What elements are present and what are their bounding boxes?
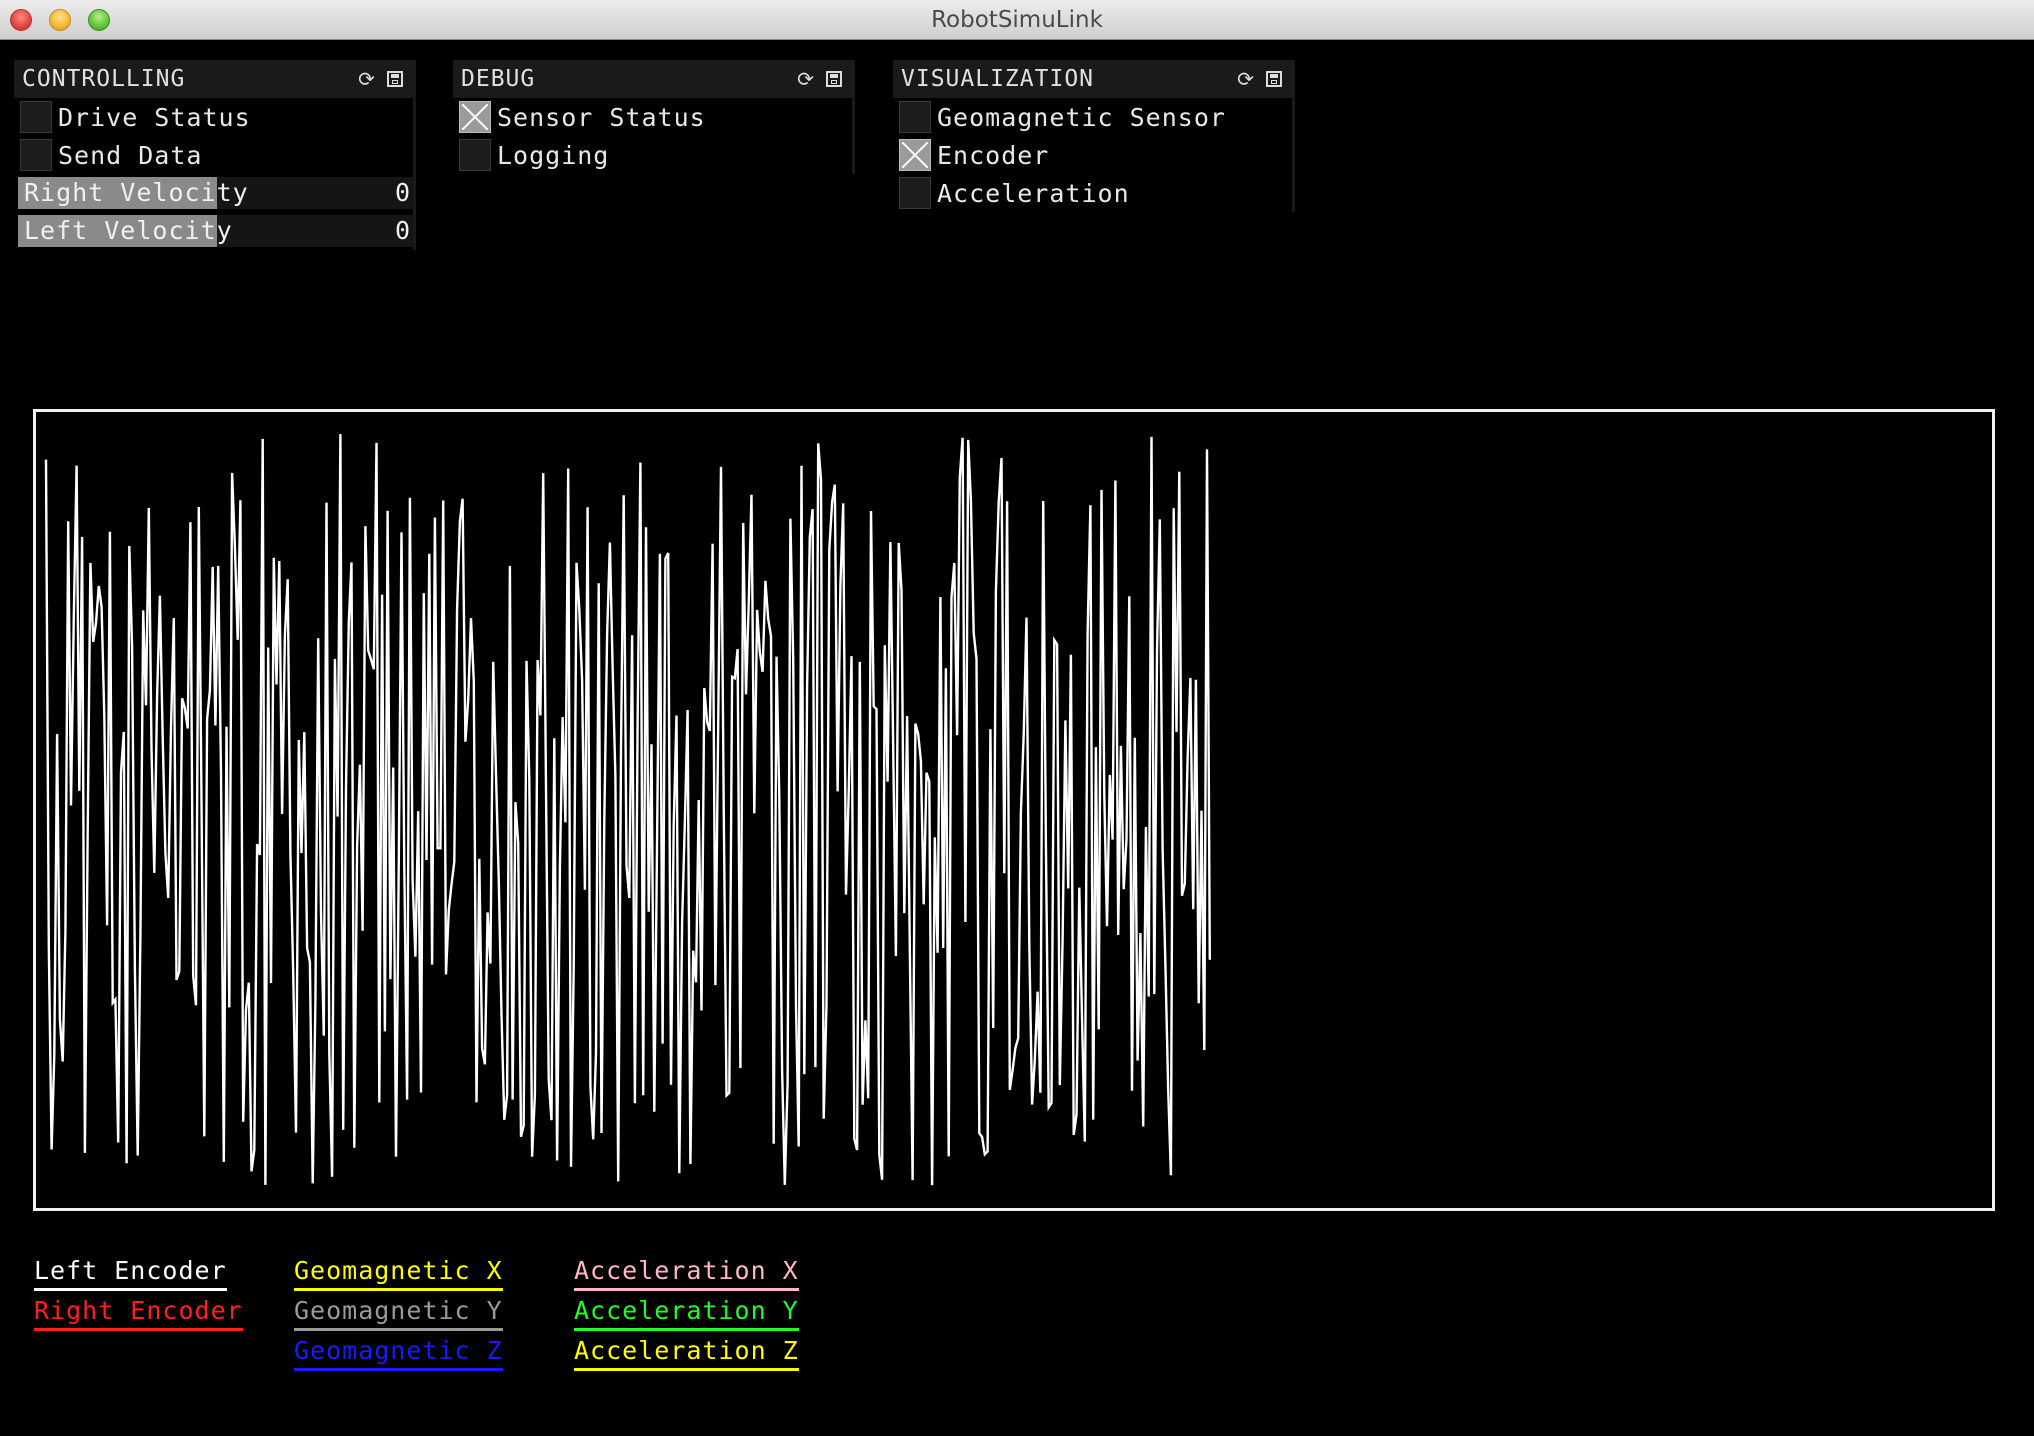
legend-acceleration-y: Acceleration Y [574, 1296, 799, 1331]
slider-value: 0 [394, 178, 410, 207]
debug-panel-header[interactable]: DEBUG ⟳ [453, 60, 855, 98]
encoder-checkbox[interactable] [899, 139, 931, 171]
geomagnetic-sensor-toggle[interactable]: Geomagnetic Sensor [893, 98, 1295, 136]
controlling-panel-header[interactable]: CONTROLLING ⟳ [14, 60, 416, 98]
left-encoder-signal-line [44, 434, 1212, 1186]
legend-right-encoder: Right Encoder [34, 1296, 243, 1331]
acceleration-toggle[interactable]: Acceleration [893, 174, 1295, 212]
save-icon[interactable] [823, 68, 845, 90]
right-velocity-slider[interactable]: Right Velocity 0 [18, 177, 416, 209]
toggle-label: Geomagnetic Sensor [937, 102, 1226, 132]
encoder-toggle[interactable]: Encoder [893, 136, 1295, 174]
sensor-status-checkbox[interactable] [459, 101, 491, 133]
toggle-label: Acceleration [937, 178, 1130, 208]
slider-label: Left Velocity [24, 216, 233, 245]
panel-title: DEBUG [461, 66, 536, 92]
logging-toggle[interactable]: Logging [453, 136, 855, 174]
legend-acceleration-x: Acceleration X [574, 1256, 799, 1291]
toggle-label: Sensor Status [497, 102, 706, 132]
drive-status-checkbox[interactable] [20, 101, 52, 133]
visualization-panel: VISUALIZATION ⟳ Geomagnetic Sensor Encod… [893, 60, 1295, 212]
acceleration-checkbox[interactable] [899, 177, 931, 209]
legend-acceleration-z: Acceleration Z [574, 1336, 799, 1371]
save-icon[interactable] [1263, 68, 1285, 90]
geomagnetic-sensor-checkbox[interactable] [899, 101, 931, 133]
toggle-label: Encoder [937, 140, 1050, 170]
toggle-label: Logging [497, 140, 610, 170]
window-title: RobotSimuLink [931, 7, 1103, 33]
panel-title: CONTROLLING [22, 66, 186, 92]
send-data-checkbox[interactable] [20, 139, 52, 171]
slider-value: 0 [394, 216, 410, 245]
toggle-label: Drive Status [58, 102, 251, 132]
toggle-label: Send Data [58, 140, 203, 170]
save-icon[interactable] [384, 68, 406, 90]
visualization-panel-header[interactable]: VISUALIZATION ⟳ [893, 60, 1295, 98]
send-data-toggle[interactable]: Send Data [14, 136, 416, 174]
reload-icon[interactable]: ⟳ [795, 67, 817, 91]
sensor-plot [33, 409, 1995, 1211]
reload-icon[interactable]: ⟳ [356, 67, 378, 91]
panel-title: VISUALIZATION [901, 66, 1095, 92]
logging-checkbox[interactable] [459, 139, 491, 171]
legend-geomagnetic-y: Geomagnetic Y [294, 1296, 503, 1331]
drive-status-toggle[interactable]: Drive Status [14, 98, 416, 136]
legend-geomagnetic-x: Geomagnetic X [294, 1256, 503, 1291]
reload-icon[interactable]: ⟳ [1235, 67, 1257, 91]
window-titlebar: RobotSimuLink [0, 0, 2034, 40]
encoder-signal-plot [44, 434, 1212, 1186]
slider-label: Right Velocity [24, 178, 249, 207]
controlling-panel: CONTROLLING ⟳ Drive Status Send Data Rig… [14, 60, 416, 250]
debug-panel: DEBUG ⟳ Sensor Status Logging [453, 60, 855, 174]
sensor-status-toggle[interactable]: Sensor Status [453, 98, 855, 136]
legend-left-encoder: Left Encoder [34, 1256, 227, 1291]
left-velocity-slider[interactable]: Left Velocity 0 [18, 215, 416, 247]
legend-geomagnetic-z: Geomagnetic Z [294, 1336, 503, 1371]
